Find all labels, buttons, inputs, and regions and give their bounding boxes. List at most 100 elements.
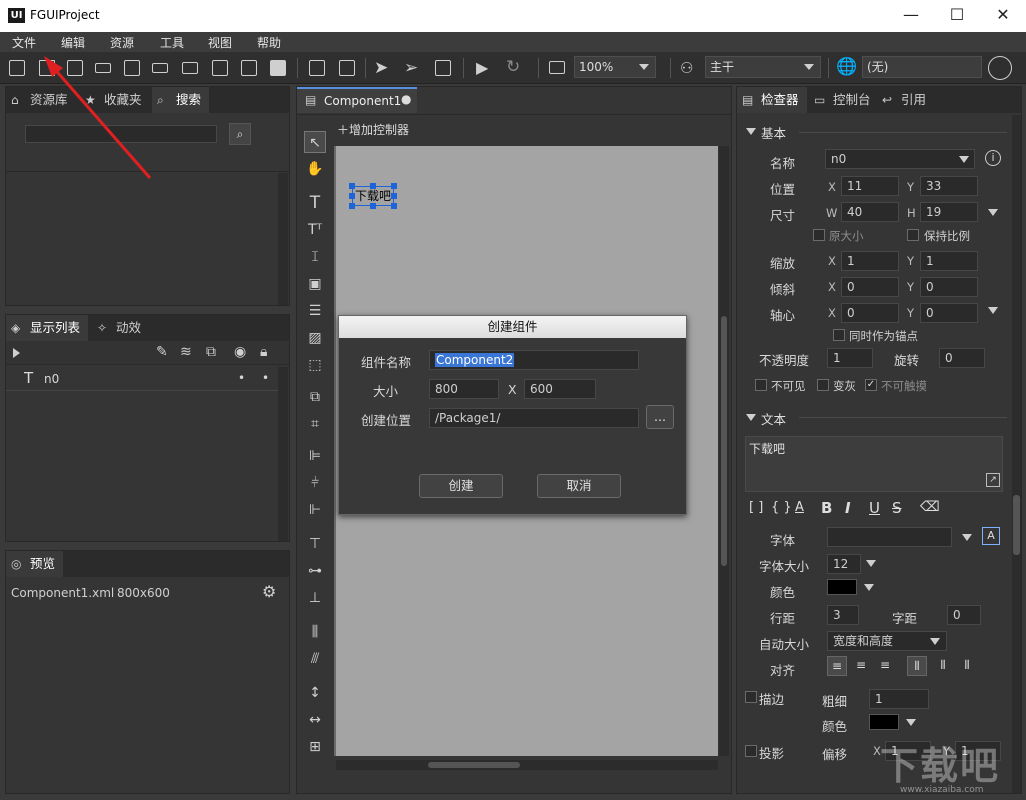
component-name-input[interactable]: Component2 (429, 350, 639, 370)
original-size-checkbox[interactable] (813, 229, 825, 241)
resize-handle[interactable] (349, 183, 355, 189)
as-anchor-checkbox[interactable] (833, 329, 845, 341)
skew-y-input[interactable]: 0 (920, 277, 978, 297)
close-button[interactable]: ✕ (980, 0, 1026, 32)
grayed-checkbox[interactable] (817, 379, 829, 391)
canvas-vscrollbar[interactable] (719, 146, 729, 756)
underline-icon[interactable]: U (869, 499, 880, 517)
eye-icon[interactable]: ◉ (234, 344, 246, 360)
same-height-tool-icon[interactable]: ↕ (304, 682, 326, 704)
tab-component1[interactable]: ▤ Component1 ● (297, 87, 417, 113)
library-scrollbar[interactable] (278, 173, 288, 305)
auto-size-select[interactable]: 宽度和高度 (827, 631, 947, 651)
name-input[interactable]: n0 (825, 149, 975, 169)
distribute-h-tool-icon[interactable]: ⫼ (304, 621, 326, 643)
align-bottom-tool-icon[interactable]: ⊥ (304, 587, 326, 609)
font-size-input[interactable]: 12 (827, 554, 861, 574)
richtext-tool-icon[interactable]: Tᵀ (304, 219, 326, 241)
maximize-button[interactable]: ☐ (934, 0, 980, 32)
strikethrough-icon[interactable]: S (892, 499, 902, 517)
align-top-tool-icon[interactable]: ⊤ (304, 533, 326, 555)
width-input[interactable]: 800 (429, 379, 499, 399)
screen-icon[interactable] (549, 61, 565, 74)
loader-tool-icon[interactable]: ⬚ (304, 354, 326, 376)
menu-tools[interactable]: 工具 (160, 34, 184, 51)
letter-spacing-input[interactable]: 0 (947, 605, 981, 625)
expand-icon[interactable] (13, 348, 20, 358)
bracket-icon[interactable]: [ ] (749, 500, 763, 515)
scale-y-input[interactable]: 1 (920, 251, 978, 271)
dot-icon[interactable]: • (238, 371, 245, 385)
tab-transitions[interactable]: ✧ 动效 (92, 315, 149, 341)
input-tool-icon[interactable]: 𝙸 (304, 246, 326, 268)
stroke-color-dropdown-icon[interactable] (906, 719, 916, 726)
font-dropdown-icon[interactable] (962, 534, 972, 541)
expand-editor-icon[interactable]: ↗ (986, 473, 1000, 487)
position-y-input[interactable]: 33 (920, 176, 978, 196)
valign-bottom-icon[interactable]: ⫴ (957, 656, 977, 676)
text-color-swatch[interactable] (827, 579, 857, 595)
menu-view[interactable]: 视图 (208, 34, 232, 51)
italic-icon[interactable]: I (845, 499, 851, 517)
lock-icon[interactable]: 🔒︎ (260, 344, 267, 360)
menu-help[interactable]: 帮助 (257, 34, 281, 51)
font-size-dropdown-icon[interactable] (866, 560, 876, 567)
untouchable-checkbox[interactable]: ✓ (865, 379, 877, 391)
text-color-icon[interactable]: A (795, 500, 804, 515)
shadow-checkbox[interactable] (745, 745, 757, 757)
group-tool-icon[interactable]: ⧉ (304, 386, 326, 408)
hide-icon[interactable]: ≋ (180, 344, 192, 360)
new-font-icon[interactable] (212, 60, 228, 76)
pivot-options-icon[interactable] (988, 307, 998, 314)
bold-icon[interactable]: B (821, 499, 832, 517)
align-middle-tool-icon[interactable]: ⊶ (304, 560, 326, 582)
tab-inspector[interactable]: ▤ 检查器 (737, 87, 807, 113)
grid-tool-icon[interactable]: ⊞ (304, 736, 326, 758)
new-movieclip-icon[interactable] (241, 60, 257, 76)
position-x-input[interactable]: 11 (841, 176, 899, 196)
new-package-icon[interactable] (9, 60, 25, 76)
text-tool-icon[interactable]: T (304, 192, 326, 214)
align-right-icon[interactable]: ≡ (875, 656, 895, 676)
tab-display-list[interactable]: ◈ 显示列表 (6, 315, 89, 341)
tab-console[interactable]: ▭ 控制台 (809, 87, 879, 113)
keep-ratio-checkbox[interactable] (907, 229, 919, 241)
tab-references[interactable]: ↩ 引用 (877, 87, 934, 113)
user-avatar-icon[interactable] (988, 56, 1012, 80)
browse-button[interactable]: ... (646, 405, 674, 429)
minimize-button[interactable]: — (888, 0, 934, 32)
rotation-input[interactable]: 0 (939, 348, 985, 368)
skew-x-input[interactable]: 0 (841, 277, 899, 297)
align-left-icon[interactable]: ≡ (827, 656, 847, 676)
zoom-select[interactable]: 100% (574, 56, 656, 78)
valign-middle-icon[interactable]: ⫴ (933, 656, 953, 676)
same-width-tool-icon[interactable]: ↔ (304, 709, 326, 731)
add-controller-button[interactable]: ＋增加控制器 (337, 121, 409, 138)
line-spacing-input[interactable]: 3 (827, 605, 859, 625)
publish-all-icon[interactable]: ➢ (404, 58, 418, 78)
resize-handle[interactable] (391, 203, 397, 209)
collapse-text-icon[interactable] (746, 414, 756, 421)
font-input[interactable] (827, 527, 952, 547)
play-icon[interactable]: ▶ (476, 58, 488, 77)
resize-handle[interactable] (349, 203, 355, 209)
resize-handle[interactable] (391, 183, 397, 189)
resize-handle[interactable] (370, 183, 376, 189)
pointer-tool-icon[interactable]: ↖ (304, 131, 326, 153)
resize-handle[interactable] (370, 203, 376, 209)
copy-icon[interactable]: ⧉ (206, 344, 216, 360)
eraser-icon[interactable]: ⌫ (920, 499, 940, 515)
language-select[interactable]: (无) (862, 56, 982, 78)
stroke-color-swatch[interactable] (869, 714, 899, 730)
scale-x-input[interactable]: 1 (841, 251, 899, 271)
menu-file[interactable]: 文件 (12, 34, 36, 51)
valign-top-icon[interactable]: ⫴ (907, 656, 927, 676)
gear-icon[interactable]: ⚙ (262, 582, 276, 601)
font-picker-icon[interactable]: A (982, 527, 1000, 545)
inspector-scrollbar[interactable] (1012, 115, 1021, 793)
save-all-icon[interactable] (339, 60, 355, 76)
image-tool-icon[interactable]: ▣ (304, 273, 326, 295)
hand-tool-icon[interactable]: ✋ (304, 158, 326, 180)
graph-tool-icon[interactable]: ▨ (304, 327, 326, 349)
resize-handle[interactable] (349, 193, 355, 199)
